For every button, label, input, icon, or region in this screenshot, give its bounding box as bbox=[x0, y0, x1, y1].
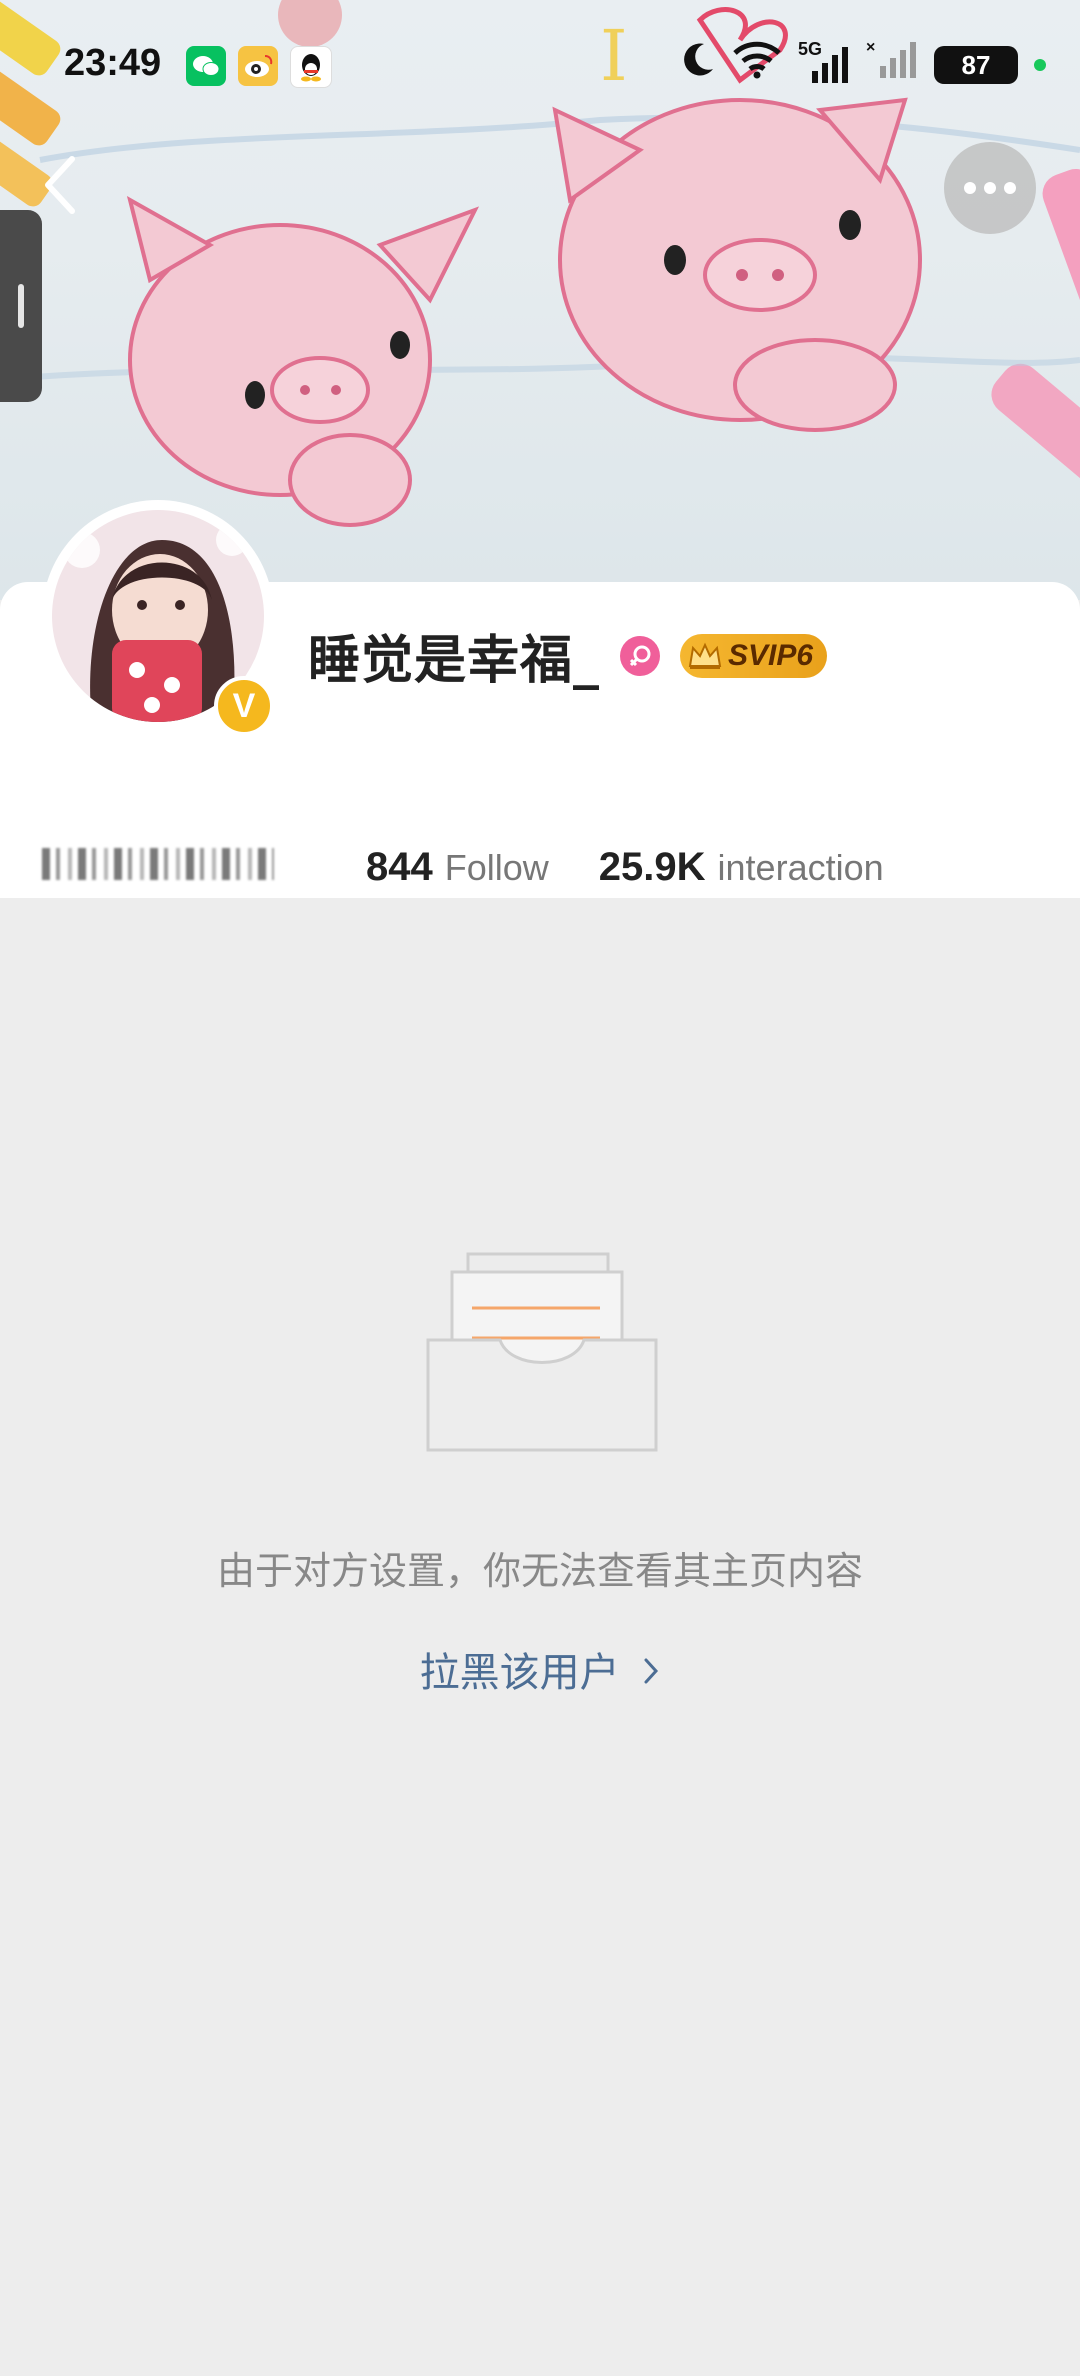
follow-label[interactable]: Follow bbox=[445, 847, 549, 889]
battery-indicator: 87 bbox=[934, 46, 1018, 84]
block-user-label: 拉黑该用户 bbox=[419, 1650, 620, 1696]
female-icon bbox=[620, 635, 661, 676]
username: 睡觉是幸福_ bbox=[308, 631, 601, 691]
signal-icon: 5G bbox=[798, 39, 850, 85]
interaction-label: interaction bbox=[717, 847, 884, 888]
notification-icons bbox=[186, 46, 332, 88]
weibo-icon bbox=[238, 46, 278, 86]
stats-row: 844 Follow 25.9K interaction bbox=[42, 845, 934, 890]
wifi-icon bbox=[732, 41, 782, 89]
private-profile-message: 由于对方设置，你无法查看其主页内容 bbox=[216, 1549, 863, 1593]
empty-box-icon bbox=[424, 1250, 660, 1456]
floating-side-handle[interactable] bbox=[0, 210, 42, 402]
vip-label: SVIP6 bbox=[728, 638, 814, 672]
chevron-right-icon bbox=[642, 1650, 660, 1696]
vip-badge[interactable]: SVIP6 bbox=[680, 633, 828, 678]
blurred-stat bbox=[42, 848, 274, 880]
more-horizontal-icon bbox=[964, 182, 1016, 194]
svg-text:×: × bbox=[866, 40, 875, 56]
chevron-left-icon bbox=[45, 156, 75, 214]
privacy-indicator-dot bbox=[1034, 59, 1046, 71]
status-bar: 23:49 5G × 87 bbox=[0, 0, 1080, 120]
block-user-link[interactable]: 拉黑该用户 bbox=[0, 1640, 1080, 1698]
crown-icon bbox=[688, 642, 722, 669]
status-indicators: 5G × 87 bbox=[680, 39, 1046, 90]
status-time: 23:49 bbox=[64, 42, 162, 84]
username-row: 睡觉是幸福_ SVIP6 bbox=[308, 618, 828, 693]
wechat-icon bbox=[186, 46, 226, 86]
follow-count[interactable]: 844 bbox=[366, 845, 433, 890]
moon-icon bbox=[680, 41, 716, 89]
signal-icon-secondary: × bbox=[866, 39, 918, 90]
interaction-count: 25.9K bbox=[598, 845, 706, 889]
qq-icon bbox=[290, 46, 332, 88]
verified-badge: V bbox=[214, 676, 274, 736]
more-options-button[interactable] bbox=[944, 142, 1036, 234]
back-button[interactable] bbox=[30, 150, 90, 220]
